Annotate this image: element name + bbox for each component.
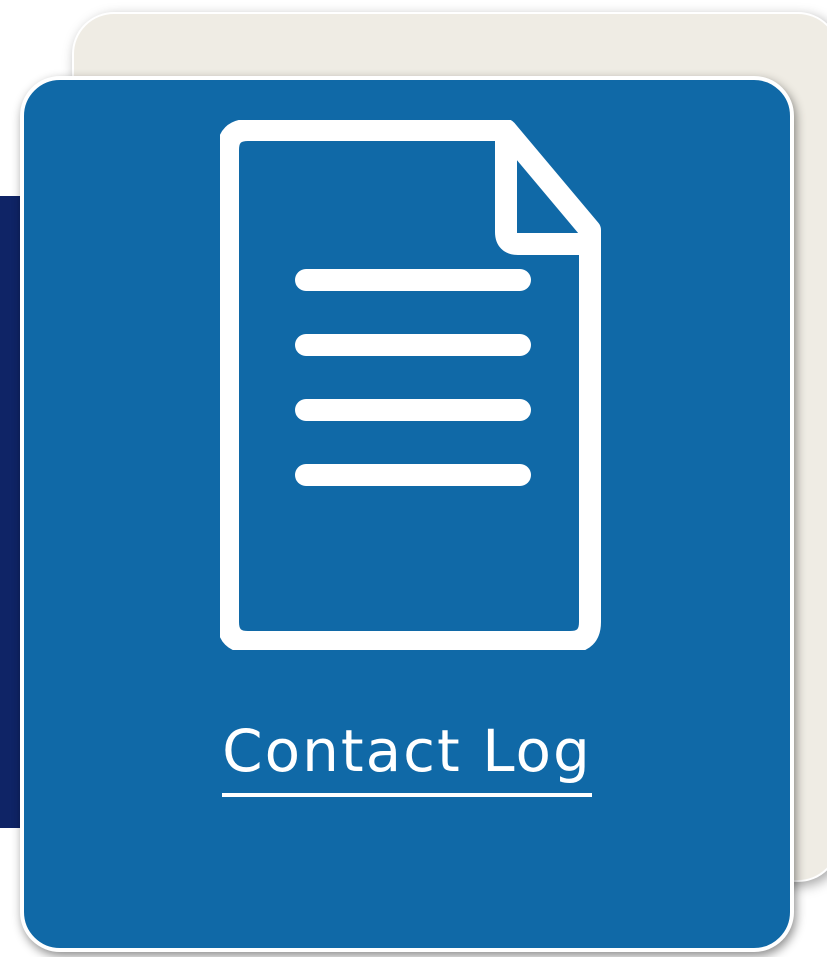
contact-log-link-label: Contact Log	[222, 717, 592, 797]
document-icon	[220, 120, 601, 650]
contact-log-link[interactable]: Contact Log	[24, 717, 790, 797]
contact-log-card[interactable]: Contact Log	[20, 76, 794, 952]
